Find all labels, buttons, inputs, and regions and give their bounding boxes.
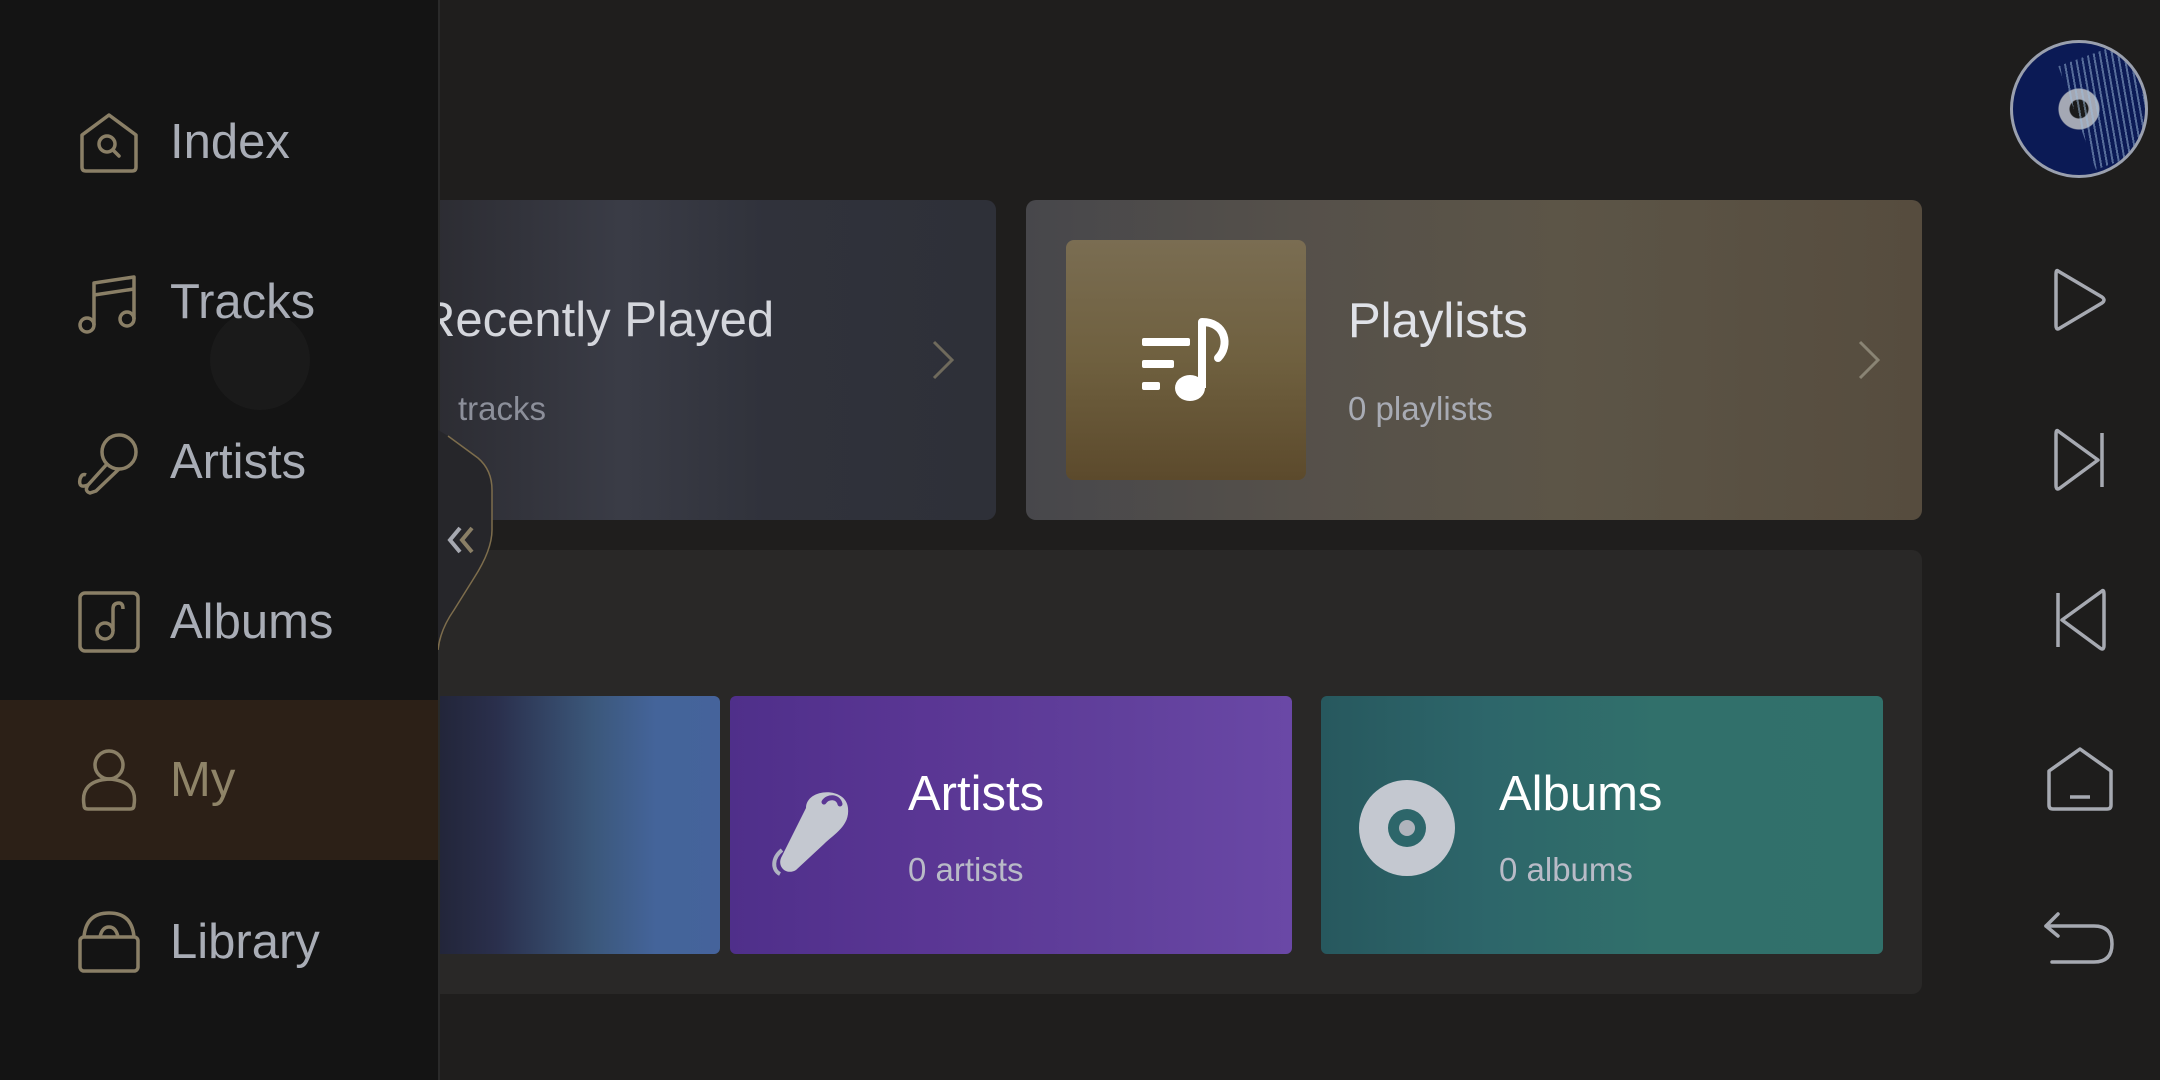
skip-previous-icon [2056,588,2106,651]
sidebar-item-label: Index [170,115,290,169]
library-icon [78,911,140,973]
home-search-icon [80,113,138,173]
microphone-icon [77,433,138,495]
sidebar-item-albums[interactable]: Albums [0,542,438,702]
artists-tile-title: Artists [908,767,1045,821]
sidebar-item-label: Library [170,915,320,969]
album-note-icon [78,591,140,653]
chevron-right-icon [932,340,954,380]
sidebar-item-label: Artists [170,435,307,489]
artists-tile[interactable]: Artists 0 artists [730,696,1292,954]
chevron-right-icon [1858,340,1880,380]
disc-icon [1359,780,1455,876]
artists-tile-count: 0 artists [908,851,1024,888]
sidebar-item-label: Tracks [170,275,316,329]
play-icon [2054,268,2106,331]
albums-tile-title: Albums [1499,767,1663,821]
navigation-drawer: Index Tracks Artists Albums My Library [0,0,440,1080]
recently-played-count: tracks [458,390,547,427]
playlists-title: Playlists [1348,294,1528,348]
recently-played-title: Recently Played [420,293,775,347]
sidebar-item-my[interactable]: My [0,700,438,860]
playlist-music-icon [1142,318,1229,401]
now-playing-disc[interactable] [2010,40,2148,178]
sidebar-item-label: Albums [170,595,334,649]
tracks-tile[interactable]: Tracks tracks [400,696,720,954]
music-note-icon [78,275,136,334]
albums-tile[interactable]: Albums 0 albums [1321,696,1883,954]
sidebar-item-index[interactable]: Index [0,62,438,222]
next-button[interactable] [2030,410,2130,510]
previous-button[interactable] [2030,570,2130,670]
sidebar-item-library[interactable]: Library [0,862,438,1022]
home-icon [2047,747,2113,811]
sidebar-item-label: My [170,753,236,807]
user-icon [81,749,137,811]
sidebar-item-tracks[interactable]: Tracks [0,222,438,382]
home-button[interactable] [2030,730,2130,830]
back-arrow-icon [2044,912,2114,964]
collection-panel: n Tracks tracks Artists 0 artists Albums… [340,550,1922,994]
drawer-collapse-handle[interactable] [438,430,498,650]
playlist-thumbnail [1066,240,1306,480]
recently-played-card[interactable]: Recently Played tracks [420,200,996,520]
sidebar-item-artists[interactable]: Artists [0,382,438,542]
back-button[interactable] [2030,890,2130,990]
skip-next-icon [2054,428,2104,491]
playlists-count: 0 playlists [1348,390,1493,427]
microphone-icon [772,792,849,876]
playlists-card[interactable]: Playlists 0 playlists [1026,200,1922,520]
play-button[interactable] [2030,250,2130,350]
albums-tile-count: 0 albums [1499,851,1633,888]
